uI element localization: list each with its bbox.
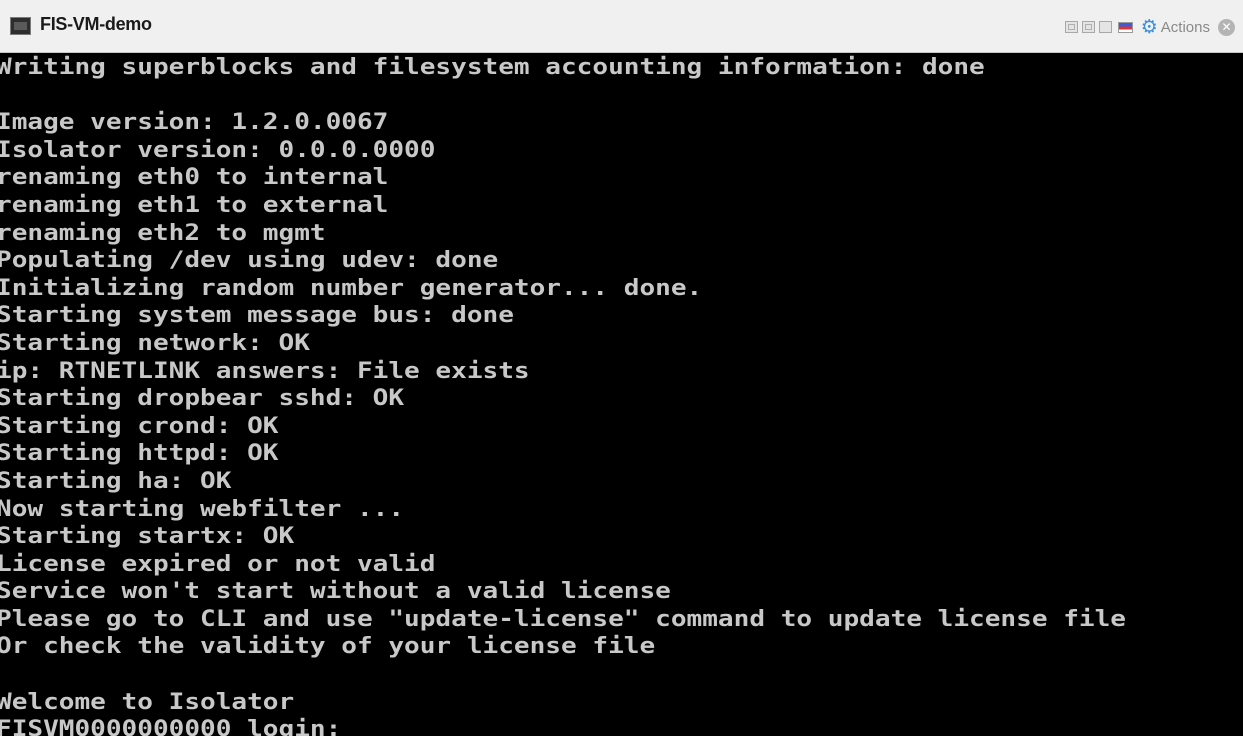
gear-icon: ⚙ (1140, 15, 1158, 38)
minimize-icon[interactable] (1081, 21, 1095, 33)
console-line: Or check the validity of your license fi… (0, 634, 656, 660)
console-line: Initializing random number generator... … (0, 275, 703, 301)
window-title: FIS-VM-demo (40, 14, 152, 34)
restore-icon[interactable] (1064, 21, 1078, 33)
console-line: License expired or not valid (0, 551, 436, 577)
window-controls: ⚙ Actions ✕ (1064, 15, 1235, 38)
console-line: renaming eth1 to external (0, 192, 389, 218)
vm-console-window: FIS-VM-demo ⚙ Actions ✕ Writing superblo… (0, 0, 1243, 736)
console-line: Starting network: OK (0, 330, 310, 356)
console-line: Image version: 1.2.0.0067 (0, 110, 389, 136)
login-prompt[interactable]: FISVM0000000000 login: (0, 716, 1126, 736)
console-line: Starting startx: OK (0, 524, 295, 550)
console-screen[interactable]: Writing superblocks and filesystem accou… (0, 53, 1243, 736)
console-line: renaming eth2 to mgmt (0, 220, 326, 246)
console-line: Starting dropbear sshd: OK (0, 386, 405, 412)
actions-label: Actions (1160, 18, 1210, 36)
console-output: Writing superblocks and filesystem accou… (0, 54, 1126, 736)
console-line: Starting crond: OK (0, 413, 279, 439)
console-line: Writing superblocks and filesystem accou… (0, 55, 985, 80)
console-line: Now starting webfilter ... (0, 496, 405, 522)
console-icon (10, 17, 31, 35)
actions-button[interactable]: ⚙ Actions (1140, 15, 1210, 38)
console-line: Please go to CLI and use "update-license… (0, 606, 1126, 632)
console-line: Isolator version: 0.0.0.0000 (0, 137, 436, 163)
console-line: Starting system message bus: done (0, 303, 514, 329)
console-line: Starting httpd: OK (0, 441, 279, 467)
console-line: Service won't start without a valid lice… (0, 579, 671, 605)
console-line: renaming eth0 to internal (0, 165, 389, 191)
console-line: ip: RTNETLINK answers: File exists (0, 358, 530, 384)
close-icon[interactable]: ✕ (1218, 18, 1235, 36)
keyboard-flag-icon[interactable] (1117, 21, 1133, 33)
maximize-icon[interactable] (1098, 21, 1112, 33)
console-line: Populating /dev using udev: done (0, 248, 499, 274)
console-line: Starting ha: OK (0, 468, 232, 494)
title-bar: FIS-VM-demo ⚙ Actions ✕ (0, 0, 1243, 53)
console-line: Welcome to Isolator (0, 689, 295, 715)
